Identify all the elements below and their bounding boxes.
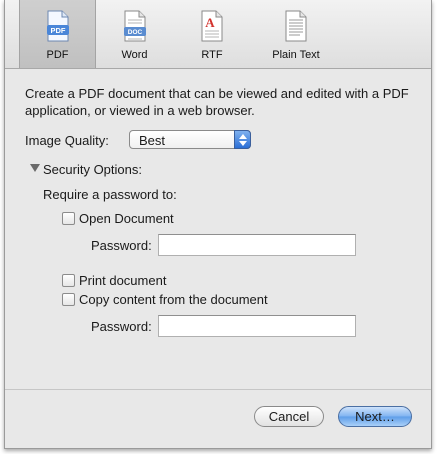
tab-pdf[interactable]: PDF PDF [19,0,96,68]
word-icon: DOC [123,10,146,42]
tab-rtf-label: RTF [201,49,223,61]
open-password-field[interactable] [158,234,356,256]
tab-word-label: Word [121,49,148,61]
select-arrows-icon [234,130,251,149]
disclosure-triangle-icon[interactable] [30,164,40,173]
svg-text:PDF: PDF [50,26,65,35]
format-description: Create a PDF document that can be viewed… [25,86,409,118]
tab-plain-text[interactable]: Plain Text [251,0,341,68]
next-button[interactable]: Next… [338,406,412,427]
cancel-button[interactable]: Cancel [254,406,324,427]
require-password-label: Require a password to: [43,187,177,202]
tab-plain-text-label: Plain Text [272,49,320,61]
open-document-checkbox[interactable] [62,212,75,225]
copy-content-checkbox[interactable] [62,293,75,306]
tab-word[interactable]: DOC Word [96,0,173,68]
copy-content-label: Copy content from the document [79,292,268,307]
export-sheet: PDF PDF DOC Word A RTF Plain Text Create… [4,0,432,449]
rtf-icon: A [201,10,223,42]
print-document-checkbox[interactable] [62,274,75,287]
copy-password-label: Password: [91,319,152,334]
security-options-label: Security Options: [43,162,142,177]
svg-text:A: A [205,15,215,30]
pdf-icon: PDF [46,10,69,42]
copy-password-field[interactable] [158,315,356,337]
image-quality-value: Best [139,133,166,148]
image-quality-select[interactable]: Best [129,130,251,149]
tab-pdf-label: PDF [46,49,69,61]
image-quality-label: Image Quality: [25,133,109,148]
format-toolbar: PDF PDF DOC Word A RTF Plain Text [5,0,431,69]
open-password-label: Password: [91,238,152,253]
tab-rtf[interactable]: A RTF [173,0,251,68]
open-document-label: Open Document [79,211,174,226]
plain-text-icon [285,10,307,42]
svg-text:DOC: DOC [127,29,142,36]
footer-divider [5,389,431,390]
print-document-label: Print document [79,273,167,288]
